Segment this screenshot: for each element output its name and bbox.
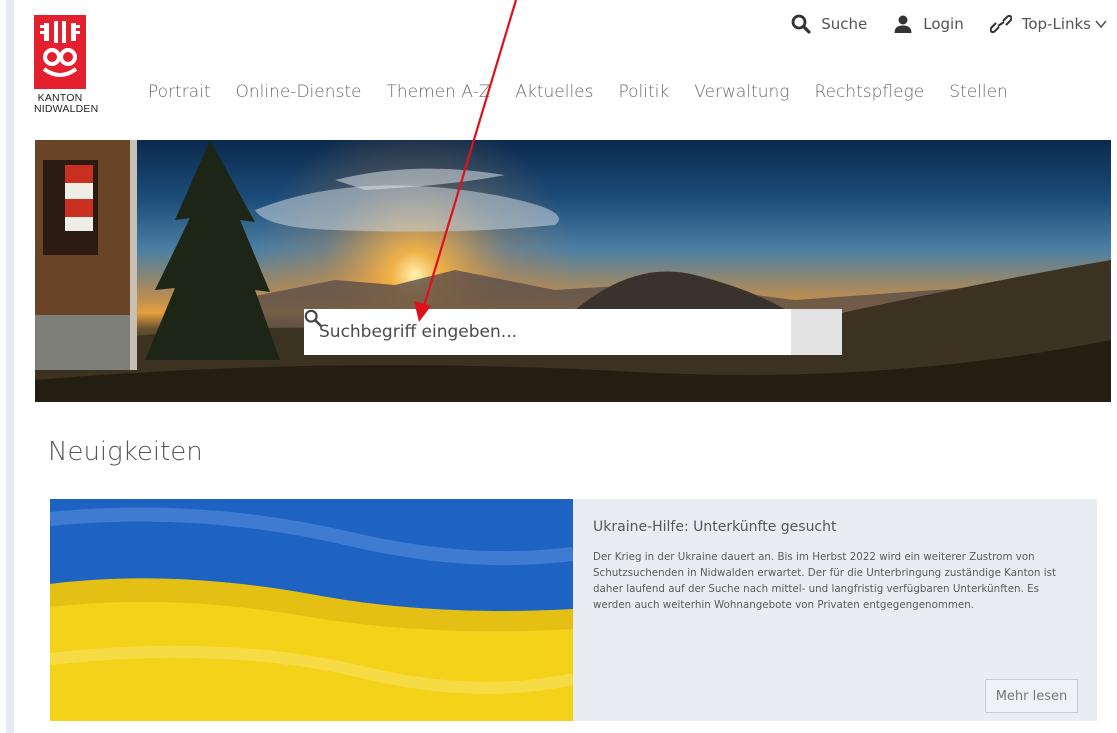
news-item-text: Der Krieg in der Ukraine dauert an. Bis …: [593, 551, 1056, 611]
utility-login-label: Login: [923, 15, 964, 33]
logo-text-line2: NIDWALDEN: [34, 103, 99, 115]
main-navigation: Portrait Online-Dienste Themen A-Z Aktue…: [148, 82, 1033, 102]
news-image-ukraine-flag[interactable]: [50, 499, 573, 721]
news-card-body: Ukraine-Hilfe: Unterkünfte gesucht Der K…: [573, 499, 1097, 721]
news-section-title: Neuigkeiten: [48, 437, 203, 467]
nav-item-portrait[interactable]: Portrait: [148, 82, 211, 102]
utility-toplinks-label: Top-Links: [1021, 15, 1091, 33]
search-icon: [791, 14, 811, 34]
chevron-down-icon: [1095, 20, 1107, 29]
utility-login-link[interactable]: Login: [893, 14, 964, 34]
ukraine-flag-image: [50, 499, 573, 721]
nav-item-verwaltung[interactable]: Verwaltung: [694, 82, 789, 102]
utility-search-link[interactable]: Suche: [791, 14, 867, 34]
hero-search-bar: [304, 309, 842, 355]
nav-item-stellen[interactable]: Stellen: [949, 82, 1008, 102]
user-icon: [894, 15, 912, 33]
utility-links: Suche Login Top-Links: [791, 14, 1107, 34]
nav-item-online-dienste[interactable]: Online-Dienste: [236, 82, 362, 102]
nav-item-rechtspflege[interactable]: Rechtspflege: [814, 82, 924, 102]
hero-search-button[interactable]: [304, 309, 842, 355]
link-icon: [989, 14, 1012, 34]
hero-landscape-image: [35, 140, 1111, 402]
nav-item-politik[interactable]: Politik: [619, 82, 670, 102]
news-item-title[interactable]: Ukraine-Hilfe: Unterkünfte gesucht: [593, 519, 1077, 535]
hero-search-input[interactable]: [304, 309, 791, 355]
utility-toplinks-menu[interactable]: Top-Links: [989, 14, 1107, 34]
hero-banner: [35, 140, 1111, 402]
left-page-rule: [6, 0, 14, 733]
nav-item-themen-a-z[interactable]: Themen A-Z: [387, 82, 491, 102]
read-more-button[interactable]: Mehr lesen: [985, 679, 1078, 713]
coat-of-arms-icon: [34, 15, 86, 89]
nav-item-aktuelles[interactable]: Aktuelles: [515, 82, 593, 102]
utility-search-label: Suche: [821, 15, 868, 33]
search-icon: [304, 309, 322, 327]
site-logo[interactable]: KANTON NIDWALDEN: [34, 15, 106, 115]
news-card: Ukraine-Hilfe: Unterkünfte gesucht Der K…: [50, 499, 1097, 721]
